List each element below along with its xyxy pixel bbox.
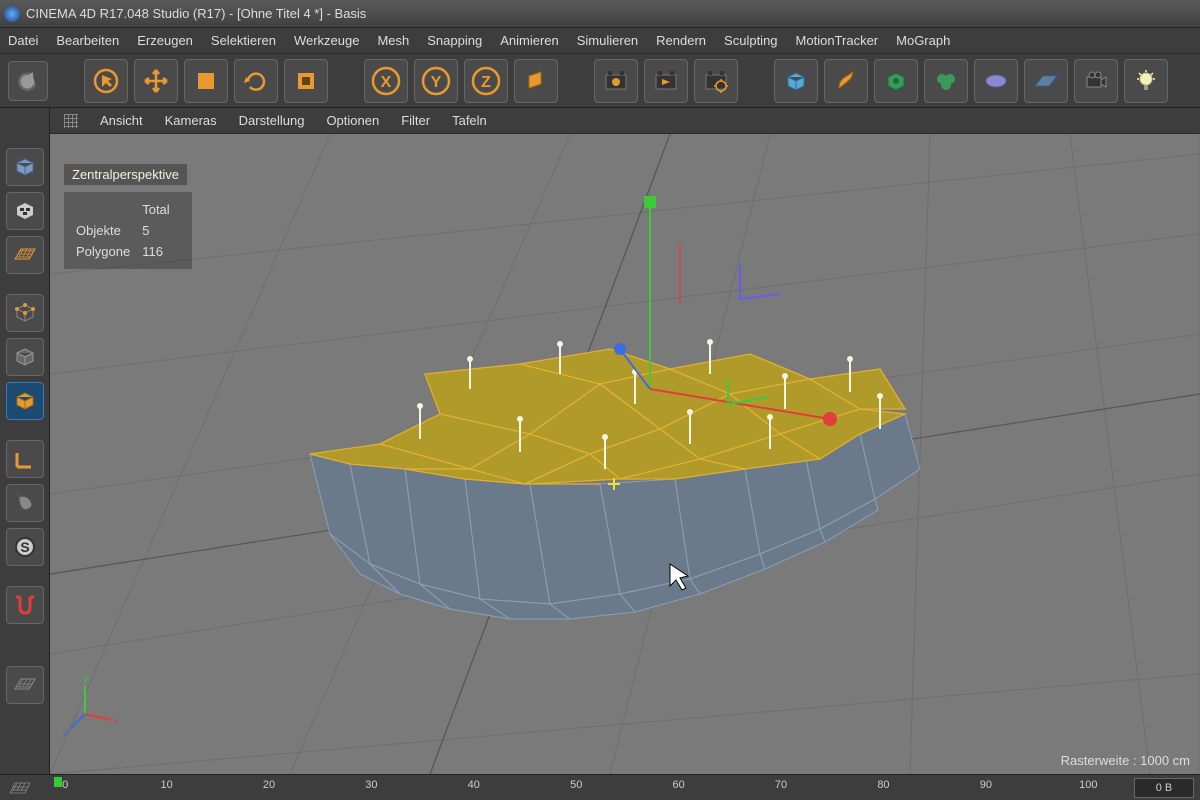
viewport-grid-icon[interactable] [64,114,78,128]
menu-bearbeiten[interactable]: Bearbeiten [56,33,119,48]
view-menu-ansicht[interactable]: Ansicht [100,113,143,128]
window-title: CINEMA 4D R17.048 Studio (R17) - [Ohne T… [26,6,366,21]
view-menu-darstellung[interactable]: Darstellung [239,113,305,128]
menu-mesh[interactable]: Mesh [377,33,409,48]
left-toolbar: S [0,108,50,774]
axis-x-button[interactable]: X [364,59,408,103]
titlebar: CINEMA 4D R17.048 Studio (R17) - [Ohne T… [0,0,1200,28]
svg-text:S: S [20,539,29,555]
viewport-panel: Ansicht Kameras Darstellung Optionen Fil… [50,108,1200,774]
render-image-button[interactable] [594,59,638,103]
view-menu-kameras[interactable]: Kameras [165,113,217,128]
viewport-stats: Total Objekte5 Polygone116 [64,192,192,269]
svg-text:z: z [63,728,68,739]
menu-motiontracker[interactable]: MotionTracker [796,33,879,48]
camera-button[interactable] [1074,59,1118,103]
viewport-3d[interactable]: y x z Zentralperspektive Total Objekte5 … [50,134,1200,774]
svg-text:X: X [381,74,392,91]
rotate-tool[interactable] [234,59,278,103]
coord-system-button[interactable] [514,59,558,103]
edges-mode-button[interactable] [6,338,44,376]
grid-size-label: Rasterweite : 1000 cm [1061,753,1190,768]
menu-werkzeuge[interactable]: Werkzeuge [294,33,360,48]
polygons-mode-button[interactable] [6,382,44,420]
select-tool[interactable] [84,59,128,103]
menubar: Datei Bearbeiten Erzeugen Selektieren We… [0,28,1200,54]
menu-simulieren[interactable]: Simulieren [577,33,638,48]
axis-z-button[interactable]: Z [464,59,508,103]
svg-text:x: x [113,716,118,727]
render-view-button[interactable] [644,59,688,103]
workplane-grid-button[interactable] [6,666,44,704]
primitive-cube-button[interactable] [774,59,818,103]
app-icon [4,6,20,22]
floor-button[interactable] [1024,59,1068,103]
viewport-menubar: Ansicht Kameras Darstellung Optionen Fil… [50,108,1200,134]
axis-indicator: y x z [63,674,118,739]
viewport-label: Zentralperspektive [64,164,187,185]
menu-snapping[interactable]: Snapping [427,33,482,48]
timeline-status: 0 B [1134,778,1194,798]
view-menu-filter[interactable]: Filter [401,113,430,128]
menu-sculpting[interactable]: Sculpting [724,33,777,48]
environment-button[interactable] [974,59,1018,103]
timeline-ruler[interactable]: 0 10 20 30 40 50 60 70 80 90 100 [48,775,1126,800]
timeline: 0 10 20 30 40 50 60 70 80 90 100 0 B [0,774,1200,800]
menu-datei[interactable]: Datei [8,33,38,48]
workplane-mode-button[interactable] [6,236,44,274]
undo-button[interactable] [8,61,48,101]
light-button[interactable] [1124,59,1168,103]
deformer-button[interactable] [924,59,968,103]
last-tool[interactable] [284,59,328,103]
menu-erzeugen[interactable]: Erzeugen [137,33,193,48]
svg-text:Y: Y [431,74,442,91]
menu-animieren[interactable]: Animieren [500,33,559,48]
toolbar: X Y Z [0,54,1200,108]
timeline-grid-icon[interactable] [0,780,40,796]
view-menu-optionen[interactable]: Optionen [326,113,379,128]
move-tool[interactable] [134,59,178,103]
render-settings-button[interactable] [694,59,738,103]
svg-text:y: y [83,674,88,685]
axis-tool-button[interactable] [6,440,44,478]
view-menu-tafeln[interactable]: Tafeln [452,113,487,128]
pen-tool-button[interactable] [824,59,868,103]
menu-mograph[interactable]: MoGraph [896,33,950,48]
soft-select-button[interactable]: S [6,528,44,566]
menu-selektieren[interactable]: Selektieren [211,33,276,48]
svg-text:Z: Z [481,74,491,91]
axis-y-button[interactable]: Y [414,59,458,103]
model-mode-button[interactable] [6,148,44,186]
points-mode-button[interactable] [6,294,44,332]
tweak-tool-button[interactable] [6,484,44,522]
scale-tool[interactable] [184,59,228,103]
menu-rendern[interactable]: Rendern [656,33,706,48]
texture-mode-button[interactable] [6,192,44,230]
snap-button[interactable] [6,586,44,624]
playhead[interactable] [54,777,62,787]
generator-button[interactable] [874,59,918,103]
